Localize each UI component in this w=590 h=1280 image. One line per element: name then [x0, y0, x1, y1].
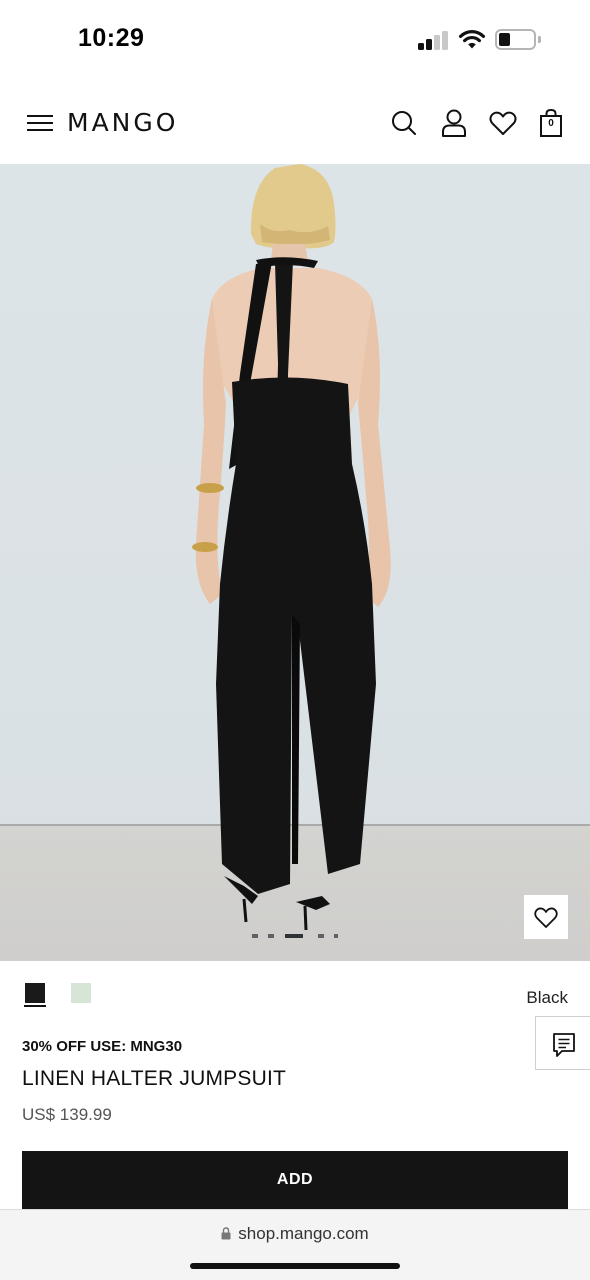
chat-support-button[interactable] [535, 1016, 590, 1070]
url-text: shop.mango.com [238, 1224, 369, 1243]
battery-icon [495, 29, 541, 50]
chat-icon [553, 1033, 575, 1057]
product-price: US$ 139.99 [22, 1105, 112, 1124]
bag-count-badge: 0 [548, 118, 554, 129]
lock-icon [221, 1227, 231, 1240]
product-image-gallery[interactable] [0, 164, 590, 961]
status-bar: 10:29 [0, 0, 590, 80]
cellular-signal-icon [418, 30, 450, 50]
product-title: LINEN HALTER JUMPSUIT [22, 1067, 287, 1090]
url-display[interactable]: shop.mango.com [0, 1224, 590, 1244]
browser-address-bar[interactable]: shop.mango.com [0, 1209, 590, 1280]
home-indicator[interactable] [190, 1263, 400, 1269]
selected-swatch-indicator [24, 1005, 46, 1007]
account-icon[interactable] [440, 108, 468, 138]
status-time: 10:29 [78, 24, 145, 52]
product-photo [192, 164, 391, 931]
wishlist-heart-icon[interactable] [488, 108, 518, 138]
search-icon[interactable] [390, 108, 418, 138]
heart-icon [534, 907, 558, 928]
wifi-icon [459, 30, 485, 49]
color-swatch-mint[interactable] [71, 983, 91, 1003]
shopping-bag-icon[interactable]: 0 [540, 108, 562, 138]
save-to-wishlist-button[interactable] [524, 895, 568, 939]
color-swatch-black[interactable] [25, 983, 45, 1003]
selected-color-name: Black [526, 988, 568, 1007]
add-to-bag-button[interactable]: ADD [22, 1151, 568, 1209]
promo-code-text: 30% OFF USE: MNG30 [22, 1038, 183, 1055]
hamburger-menu-icon[interactable] [27, 113, 53, 133]
brand-logo[interactable]: MANGO [67, 108, 178, 137]
site-header: MANGO 0 [0, 80, 590, 164]
